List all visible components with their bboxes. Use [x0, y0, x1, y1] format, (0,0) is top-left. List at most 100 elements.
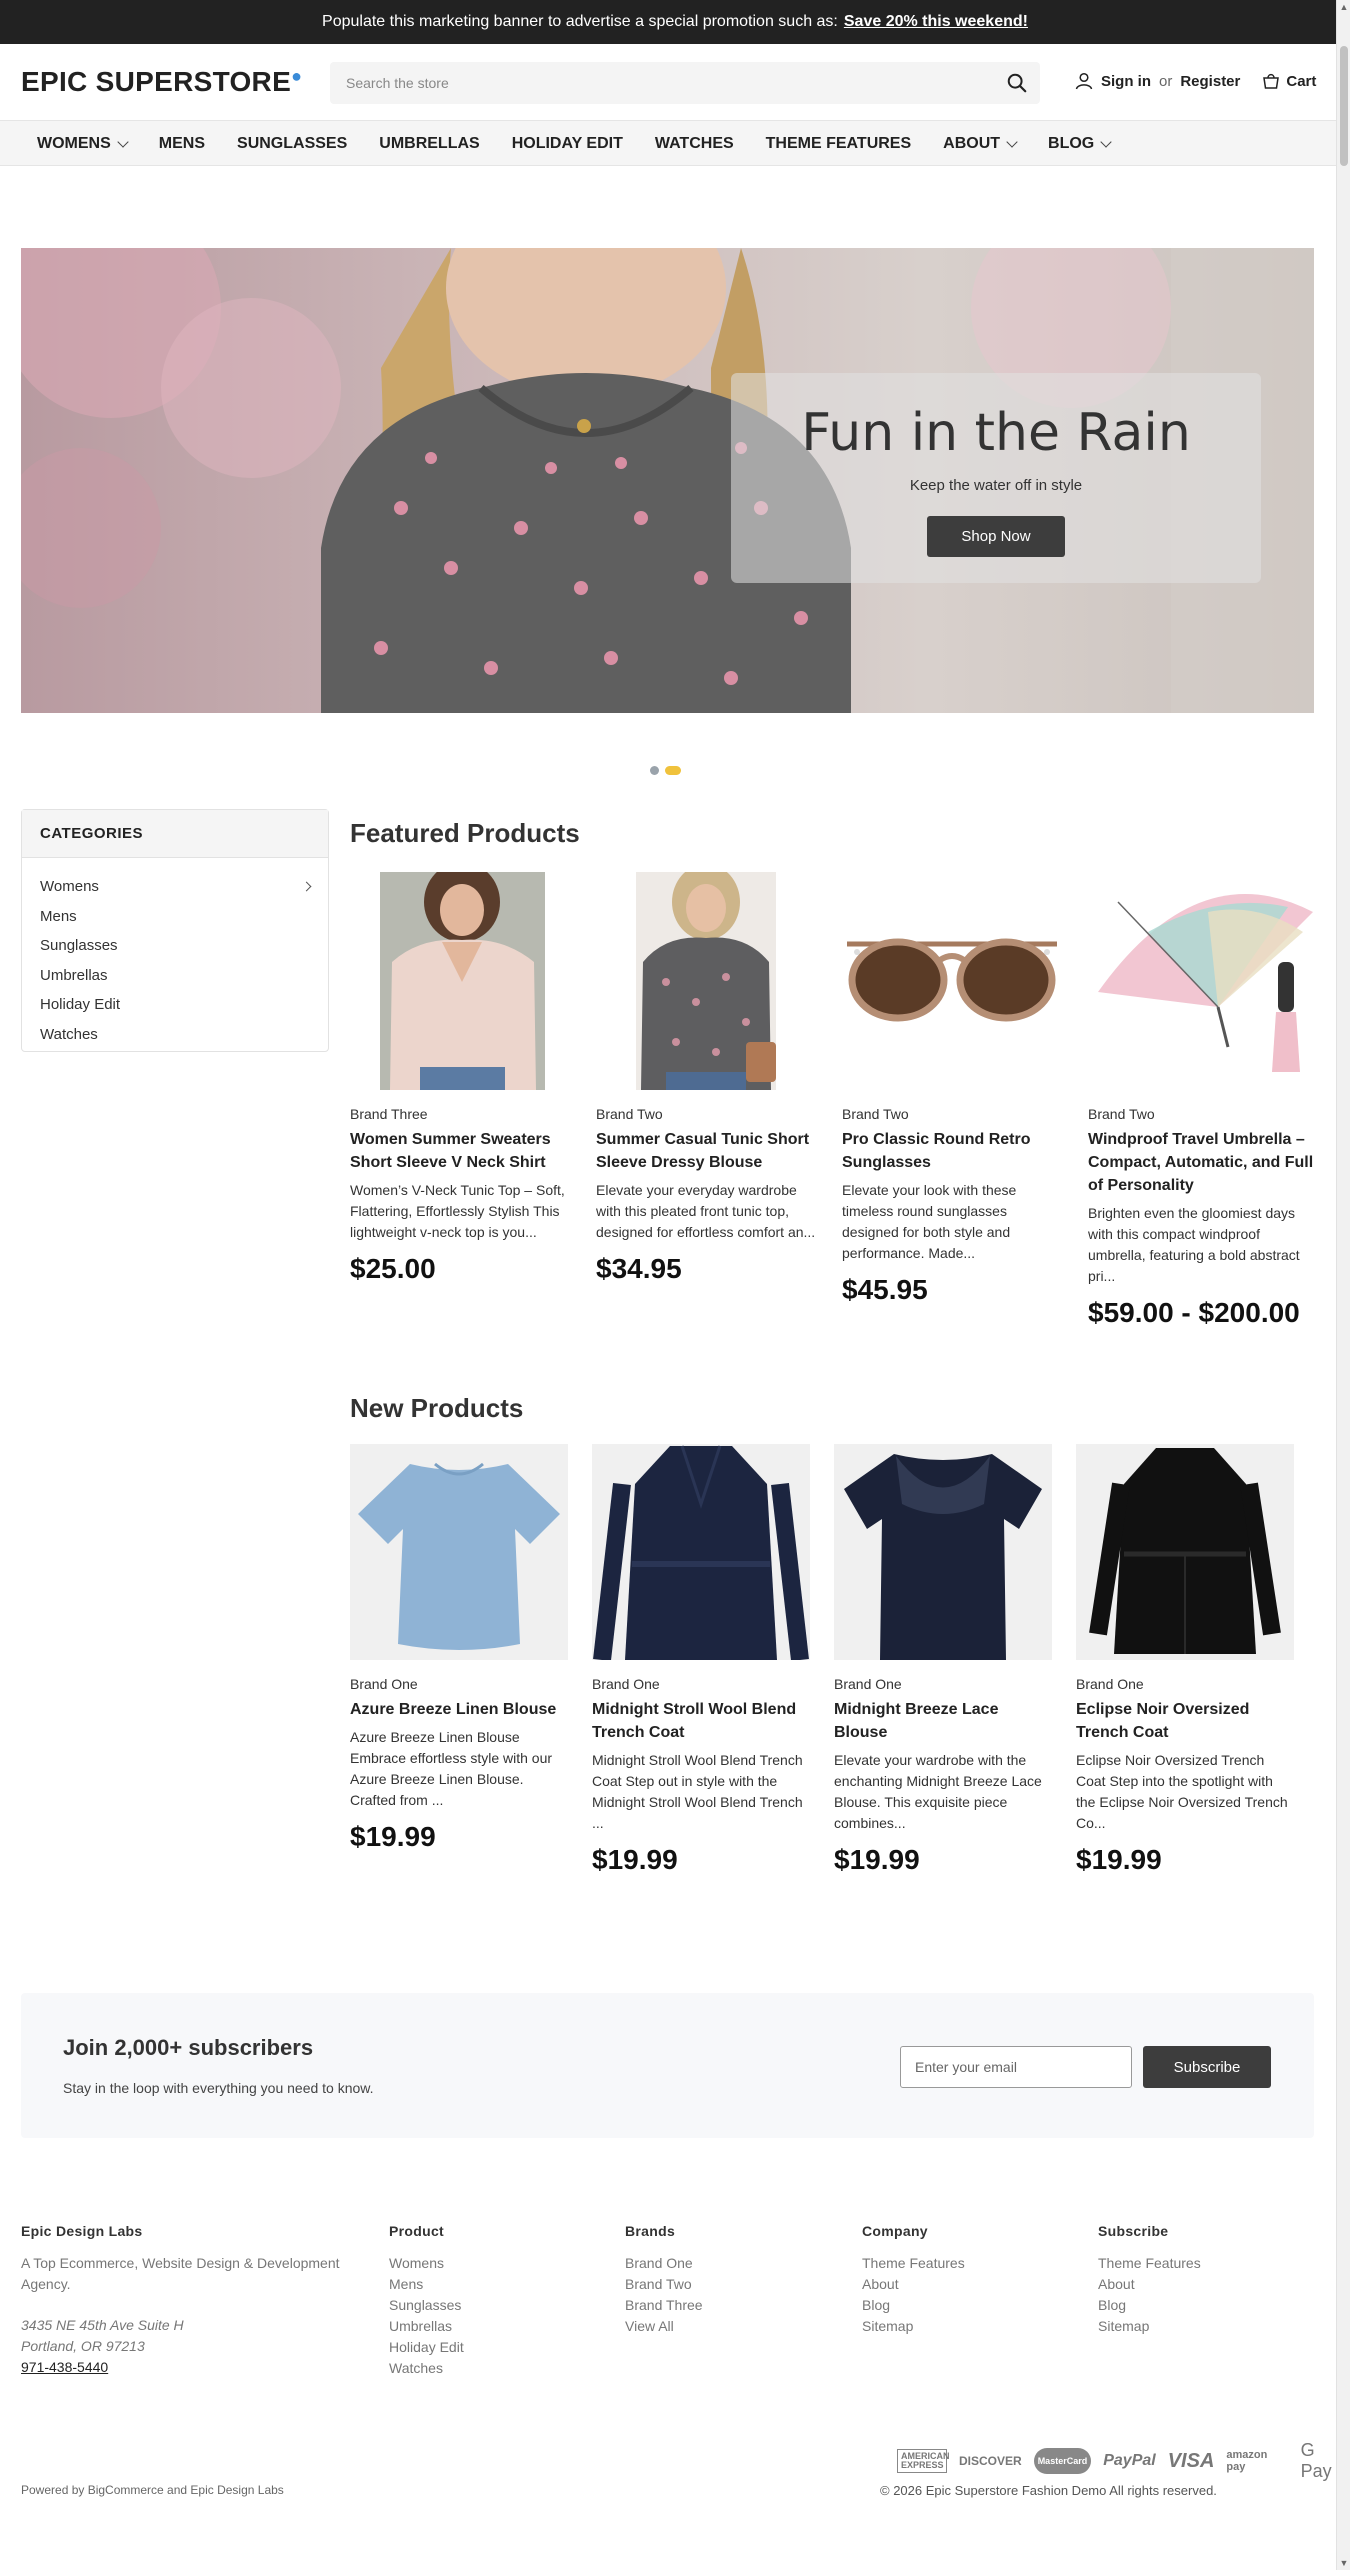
nav-item-womens[interactable]: WOMENS [37, 135, 129, 153]
product-price: $34.95 [596, 1253, 682, 1284]
footer-address-line2: Portland, OR 97213 [21, 2338, 145, 2354]
product-brand[interactable]: Brand Three [350, 1106, 570, 1122]
search-input[interactable] [330, 62, 990, 104]
search-icon[interactable] [1006, 72, 1028, 94]
product-name[interactable]: Pro Classic Round Retro Sunglasses [842, 1128, 1062, 1174]
category-item-womens[interactable]: Womens [40, 872, 312, 902]
footer-link[interactable]: About [862, 2274, 965, 2295]
category-item-umbrellas[interactable]: Umbrellas [40, 961, 310, 991]
page-scrollbar[interactable]: ▲ ▼ [1336, 0, 1350, 2570]
product-card[interactable]: Brand Three Women Summer Sweaters Short … [350, 872, 570, 1285]
footer-link[interactable]: Umbrellas [389, 2316, 464, 2337]
product-card[interactable]: Brand One Eclipse Noir Oversized Trench … [1076, 1444, 1294, 1876]
product-brand[interactable]: Brand One [592, 1676, 810, 1692]
newsletter-email-input[interactable] [900, 2046, 1132, 2088]
payment-icons: AMERICAN EXPRESS DISCOVER MasterCard Pay… [897, 2440, 1350, 2482]
product-brand[interactable]: Brand Two [596, 1106, 816, 1122]
site-logo[interactable]: EPIC SUPERSTORE● [21, 66, 302, 98]
product-name[interactable]: Midnight Stroll Wool Blend Trench Coat [592, 1698, 810, 1744]
chevron-down-icon [1006, 136, 1018, 148]
footer-col-title: Brands [625, 2223, 676, 2239]
product-image[interactable] [596, 872, 816, 1090]
footer-link[interactable]: Mens [389, 2274, 464, 2295]
product-card[interactable]: Brand One Midnight Breeze Lace Blouse El… [834, 1444, 1052, 1876]
hero-slide[interactable]: Fun in the Rain Keep the water off in st… [21, 248, 1314, 713]
footer-link[interactable]: Brand One [625, 2253, 703, 2274]
cart-link[interactable]: Cart [1262, 72, 1316, 90]
logo-text: EPIC SUPERSTORE [21, 66, 292, 97]
scrollbar-thumb[interactable] [1340, 46, 1348, 166]
scroll-down-icon[interactable]: ▼ [1339, 2558, 1349, 2568]
nav-item-theme-features[interactable]: THEME FEATURES [766, 135, 911, 153]
product-brand[interactable]: Brand Two [1088, 1106, 1314, 1122]
scroll-up-icon[interactable]: ▲ [1339, 2, 1349, 12]
product-image[interactable] [350, 872, 570, 1090]
footer-link[interactable]: Blog [862, 2295, 965, 2316]
product-image[interactable] [1088, 872, 1314, 1090]
nav-item-mens[interactable]: MENS [159, 135, 205, 153]
product-name[interactable]: Midnight Breeze Lace Blouse [834, 1698, 1052, 1744]
chevron-right-icon[interactable] [301, 881, 312, 892]
product-image[interactable] [592, 1444, 810, 1660]
footer-link[interactable]: Blog [1098, 2295, 1201, 2316]
nav-item-umbrellas[interactable]: UMBRELLAS [379, 135, 479, 153]
footer-link[interactable]: Holiday Edit [389, 2337, 464, 2358]
footer-phone-link[interactable]: 971-438-5440 [21, 2357, 351, 2378]
new-products-title: New Products [350, 1393, 524, 1423]
category-label: Umbrellas [40, 966, 108, 984]
footer-link[interactable]: Brand Two [625, 2274, 703, 2295]
slider-dots [650, 766, 681, 775]
product-name[interactable]: Windproof Travel Umbrella – Compact, Aut… [1088, 1128, 1314, 1197]
product-card[interactable]: Brand One Midnight Stroll Wool Blend Tre… [592, 1444, 810, 1876]
nav-item-blog[interactable]: BLOG [1048, 135, 1112, 153]
footer-link[interactable]: Theme Features [862, 2253, 965, 2274]
register-link[interactable]: Register [1180, 73, 1240, 90]
category-item-mens[interactable]: Mens [40, 902, 310, 932]
product-photo [844, 1454, 1042, 1660]
footer-link[interactable]: About [1098, 2274, 1201, 2295]
product-image[interactable] [842, 872, 1062, 1090]
product-card[interactable]: Brand Two Summer Casual Tunic Short Slee… [596, 872, 816, 1285]
categories-sidebar: CATEGORIES Womens Mens Sunglasses Umbrel… [21, 809, 329, 1052]
footer-link[interactable]: View All [625, 2316, 703, 2337]
category-item-watches[interactable]: Watches [40, 1020, 310, 1050]
product-image[interactable] [834, 1444, 1052, 1660]
product-image[interactable] [1076, 1444, 1294, 1660]
hero-caption: Fun in the Rain Keep the water off in st… [731, 373, 1261, 583]
footer-link[interactable]: Womens [389, 2253, 464, 2274]
slider-dot-active[interactable] [665, 766, 681, 775]
logo-dot-icon: ● [291, 66, 303, 86]
footer-link[interactable]: Theme Features [1098, 2253, 1201, 2274]
product-card[interactable]: Brand One Azure Breeze Linen Blouse Azur… [350, 1444, 568, 1853]
product-image[interactable] [350, 1444, 568, 1660]
product-card[interactable]: Brand Two Pro Classic Round Retro Sungla… [842, 872, 1062, 1306]
sign-in-link[interactable]: Sign in [1101, 73, 1151, 90]
subscribe-button[interactable]: Subscribe [1143, 2046, 1271, 2088]
product-card[interactable]: Brand Two Windproof Travel Umbrella – Co… [1088, 872, 1314, 1329]
footer-link[interactable]: Sitemap [1098, 2316, 1201, 2337]
footer-link[interactable]: Brand Three [625, 2295, 703, 2316]
product-name[interactable]: Summer Casual Tunic Short Sleeve Dressy … [596, 1128, 816, 1174]
product-price: $19.99 [834, 1844, 920, 1875]
product-brand[interactable]: Brand One [1076, 1676, 1294, 1692]
footer-link[interactable]: Sunglasses [389, 2295, 464, 2316]
slider-dot[interactable] [650, 766, 659, 775]
product-name[interactable]: Women Summer Sweaters Short Sleeve V Nec… [350, 1128, 570, 1174]
nav-item-watches[interactable]: WATCHES [655, 135, 734, 153]
category-item-sunglasses[interactable]: Sunglasses [40, 931, 310, 961]
category-item-holiday-edit[interactable]: Holiday Edit [40, 990, 310, 1020]
category-label: Sunglasses [40, 937, 118, 955]
shop-now-button[interactable]: Shop Now [927, 516, 1065, 557]
nav-item-holiday-edit[interactable]: HOLIDAY EDIT [512, 135, 623, 153]
product-brand[interactable]: Brand Two [842, 1106, 1062, 1122]
footer-link[interactable]: Watches [389, 2358, 464, 2379]
promo-link[interactable]: Save 20% this weekend! [844, 13, 1028, 31]
footer-link[interactable]: Sitemap [862, 2316, 965, 2337]
product-brand[interactable]: Brand One [350, 1676, 568, 1692]
nav-label: MENS [158, 135, 206, 152]
nav-item-sunglasses[interactable]: SUNGLASSES [237, 135, 347, 153]
nav-item-about[interactable]: ABOUT [943, 135, 1018, 153]
product-name[interactable]: Eclipse Noir Oversized Trench Coat [1076, 1698, 1294, 1744]
product-brand[interactable]: Brand One [834, 1676, 1052, 1692]
product-name[interactable]: Azure Breeze Linen Blouse [350, 1698, 568, 1721]
